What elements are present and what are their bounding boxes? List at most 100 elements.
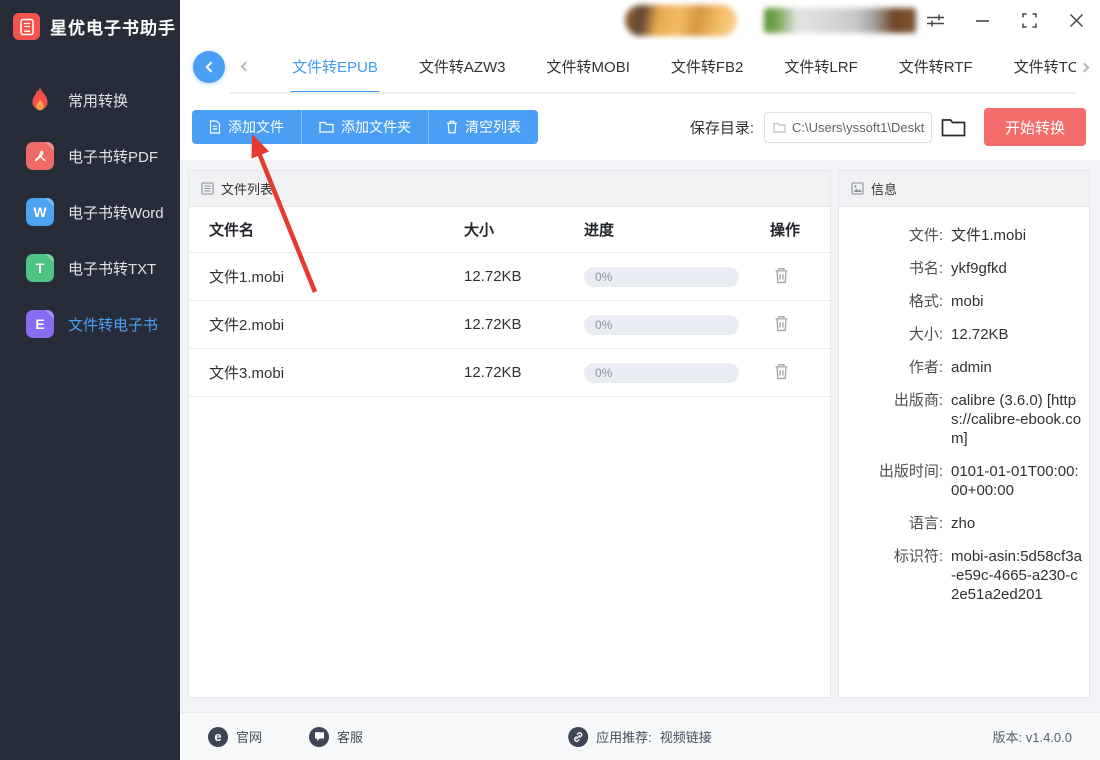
sidebar-item-label: 文件转电子书 (68, 316, 159, 334)
sidebar-item-label: 电子书转Word (68, 204, 164, 222)
tab-scroll-left-icon[interactable] (237, 51, 251, 81)
info-value: mobi-asin:5d58cf3a-e59c-4665-a230-c2e51a… (951, 548, 1082, 603)
tab-file-to-azw3[interactable]: 文件转AZW3 (419, 40, 506, 92)
tabbar: 文件转EPUB 文件转AZW3 文件转MOBI 文件转FB2 文件转LRF 文件… (180, 40, 1100, 94)
video-link[interactable]: 视频链接 (660, 727, 712, 746)
info-field: 标识符: mobi-asin:5d58cf3a-e59c-4665-a230-c2… (839, 547, 1089, 604)
clear-list-button[interactable]: 清空列表 (428, 110, 538, 144)
back-button[interactable] (193, 51, 225, 83)
chevron-left-icon (204, 61, 217, 73)
tab-file-to-tcr[interactable]: 文件转TCR (1014, 40, 1076, 92)
version-label: 版本: v1.4.0.0 (992, 730, 1072, 745)
save-dir-input-wrap (764, 111, 932, 143)
info-label: 书名: (908, 260, 943, 277)
progress-bar: 0% (584, 314, 739, 335)
column-filename: 文件名 (209, 222, 255, 239)
sidebar-item-ebook-to-pdf[interactable]: 电子书转PDF (0, 128, 180, 184)
app-window: 星优电子书助手 常用转换 电子书转PDF W 电子书转Word T 电子书转TX… (0, 0, 1100, 760)
table-row: 文件1.mobi 12.72KB 0% (189, 253, 830, 301)
file-name: 文件1.mobi (209, 269, 285, 286)
toolbar-button-group: 添加文件 添加文件夹 清空列表 (192, 110, 538, 144)
add-folder-button[interactable]: 添加文件夹 (301, 110, 428, 144)
column-action: 操作 (770, 222, 801, 239)
support-link[interactable]: 客服 (309, 726, 364, 747)
info-label: 作者: (908, 359, 943, 376)
support-label: 客服 (337, 730, 364, 745)
add-file-label: 添加文件 (228, 119, 284, 135)
info-field: 格式: mobi (839, 292, 1089, 311)
progress-bar: 0% (584, 266, 739, 287)
save-directory-area: 保存目录: 开始转换 (690, 108, 1086, 146)
tab-scroll-right-icon[interactable] (1078, 52, 1094, 82)
tab-file-to-fb2[interactable]: 文件转FB2 (671, 40, 744, 92)
file-size: 12.72KB (464, 316, 522, 333)
add-file-button[interactable]: 添加文件 (192, 110, 301, 144)
file-name: 文件2.mobi (209, 317, 285, 334)
sidebar-item-common-convert[interactable]: 常用转换 (0, 72, 180, 128)
file-name: 文件3.mobi (209, 365, 285, 382)
delete-file-button[interactable] (770, 313, 792, 335)
word-file-icon: W (26, 198, 54, 226)
start-convert-button[interactable]: 开始转换 (984, 108, 1086, 146)
save-dir-label: 保存目录: (689, 119, 754, 137)
table-row: 文件3.mobi 12.72KB 0% (189, 349, 830, 397)
settings-sliders-icon[interactable] (925, 8, 945, 32)
official-site-link[interactable]: e 官网 (208, 726, 262, 747)
close-button[interactable] (1066, 8, 1086, 32)
tab-file-to-rtf[interactable]: 文件转RTF (899, 40, 973, 92)
info-panel-header: 信息 (839, 171, 1089, 207)
column-progress: 进度 (584, 222, 615, 239)
app-logo-row: 星优电子书助手 (0, 0, 180, 40)
file-size: 12.72KB (464, 268, 522, 285)
info-field: 书名: ykf9gfkd (839, 259, 1089, 278)
column-size: 大小 (464, 222, 495, 239)
info-value: mobi (951, 293, 984, 310)
info-label: 出版时间: (878, 463, 943, 480)
sidebar-item-file-to-ebook[interactable]: E 文件转电子书 (0, 296, 180, 352)
footer: e 官网 客服 应用推荐: 视频链接 版本: v1.4.0.0 (180, 712, 1100, 760)
save-dir-input[interactable] (764, 111, 932, 143)
add-folder-label: 添加文件夹 (341, 119, 411, 135)
folder-icon (319, 121, 334, 133)
tab-strip: 文件转EPUB 文件转AZW3 文件转MOBI 文件转FB2 文件转LRF 文件… (230, 40, 1076, 94)
word-icon-glyph: W (33, 204, 47, 220)
app-logo-icon (13, 13, 40, 40)
list-icon (201, 182, 214, 195)
info-value: ykf9gfkd (951, 260, 1007, 277)
sidebar-item-ebook-to-word[interactable]: W 电子书转Word (0, 184, 180, 240)
pdf-file-icon (26, 142, 54, 170)
info-panel-title: 信息 (871, 182, 898, 197)
info-value: 12.72KB (951, 326, 1009, 343)
app-title: 星优电子书助手 (50, 19, 176, 38)
sidebar-menu: 常用转换 电子书转PDF W 电子书转Word T 电子书转TXT E 文件转电… (0, 72, 180, 352)
info-panel: 信息 文件: 文件1.mobi 书名: ykf9gfkd 格式: mobi 大小: 12… (838, 170, 1090, 698)
info-label: 文件: (908, 227, 943, 244)
info-field: 出版商: calibre (3.6.0) [https://calibre-ebo… (839, 391, 1089, 448)
tab-file-to-lrf[interactable]: 文件转LRF (784, 40, 857, 92)
file-list-panel-title: 文件列表 (221, 182, 274, 197)
info-field: 语言: zho (839, 514, 1089, 533)
delete-file-button[interactable] (770, 265, 792, 287)
info-field: 出版时间: 0101-01-01T00:00:00+00:00 (839, 462, 1089, 500)
official-site-icon: e (208, 726, 228, 747)
minimize-button[interactable] (972, 8, 992, 32)
ebook-icon-glyph: E (35, 316, 45, 332)
delete-file-button[interactable] (770, 361, 792, 383)
sidebar-item-ebook-to-txt[interactable]: T 电子书转TXT (0, 240, 180, 296)
sidebar: 星优电子书助手 常用转换 电子书转PDF W 电子书转Word T 电子书转TX… (0, 0, 180, 760)
ebook-file-icon: E (26, 310, 54, 338)
tab-file-to-epub[interactable]: 文件转EPUB (290, 40, 380, 92)
info-label: 标识符: (893, 548, 943, 565)
info-value: admin (951, 359, 992, 376)
table-row: 文件2.mobi 12.72KB 0% (189, 301, 830, 349)
censored-badge-2 (764, 8, 916, 33)
browse-folder-button[interactable] (941, 118, 966, 137)
info-body: 文件: 文件1.mobi 书名: ykf9gfkd 格式: mobi 大小: 12.72… (839, 207, 1089, 604)
progress-value: 0% (595, 317, 613, 332)
browse-folder-icon (941, 118, 966, 136)
tab-file-to-mobi[interactable]: 文件转MOBI (547, 40, 630, 92)
censored-badge-1 (625, 5, 737, 36)
folder-icon-small (773, 122, 786, 133)
maximize-button[interactable] (1019, 8, 1039, 32)
file-icon (209, 120, 221, 134)
